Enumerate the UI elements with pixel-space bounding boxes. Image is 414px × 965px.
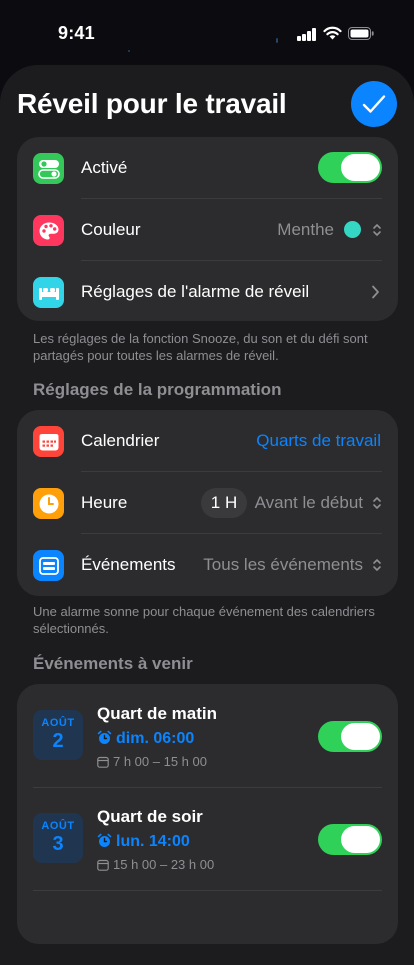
color-swatch (344, 221, 361, 238)
snooze-note: Les réglages de la fonction Snooze, du s… (33, 331, 368, 363)
event-hours: 7 h 00 – 15 h 00 (97, 754, 207, 769)
upcoming-heading: Événements à venir (33, 654, 193, 673)
page-title: Réveil pour le travail (17, 88, 287, 119)
bed-icon (33, 277, 64, 308)
event-toggle[interactable] (318, 824, 382, 855)
upcoming-events-card: AOÛT 2 Quart de matin dim. 06:00 7 h 00 … (17, 684, 398, 944)
active-row: Activé (17, 137, 398, 199)
events-label: Événements (81, 555, 176, 574)
time-value: Avant le début (254, 493, 363, 512)
event-hours: 15 h 00 – 23 h 00 (97, 857, 214, 872)
calendar-row[interactable]: Calendrier Quarts de travail (17, 410, 398, 472)
events-row[interactable]: Événements Tous les événements (17, 534, 398, 596)
event-day: 2 (52, 730, 64, 752)
done-button[interactable] (351, 81, 397, 127)
color-value: Menthe (277, 220, 334, 239)
clock-icon (33, 488, 64, 519)
calendar-value: Quarts de travail (256, 431, 381, 450)
cellular-signal-icon (297, 28, 317, 41)
event-alarm: dim. 06:00 (97, 730, 194, 748)
time-offset-pill[interactable]: 1 H (201, 488, 247, 518)
schedule-heading: Réglages de la programmation (33, 380, 282, 399)
event-item[interactable]: AOÛT 3 Quart de soir lun. 14:00 15 h 00 … (17, 788, 398, 891)
small-calendar-icon (97, 756, 109, 768)
toggle-icon (33, 153, 64, 184)
updown-chevron-icon (373, 224, 381, 236)
battery-icon (348, 27, 374, 40)
events-value: Tous les événements (203, 555, 363, 574)
updown-chevron-icon (373, 559, 381, 571)
alarm-settings-label: Réglages de l'alarme de réveil (81, 282, 310, 301)
event-hours-text: 15 h 00 – 23 h 00 (113, 857, 215, 872)
palette-icon (33, 215, 64, 246)
active-label: Activé (81, 158, 128, 177)
event-title: Quart de soir (97, 807, 203, 826)
divider (33, 890, 382, 891)
alarm-settings-card: Activé Couleur Menthe Réglages de l'alar… (17, 137, 398, 321)
event-alarm: lun. 14:00 (97, 833, 190, 851)
color-label: Couleur (81, 220, 141, 239)
event-item[interactable]: AOÛT 2 Quart de matin dim. 06:00 7 h 00 … (17, 684, 398, 787)
checkmark-icon (362, 95, 386, 113)
event-title: Quart de matin (97, 704, 217, 723)
time-label: Heure (81, 493, 128, 512)
calendar-icon (33, 426, 64, 457)
calendar-note: Une alarme sonne pour chaque événement d… (33, 604, 375, 636)
event-month: AOÛT (41, 820, 75, 832)
schedule-card: Calendrier Quarts de travail Heure 1 H A… (17, 410, 398, 596)
status-time: 9:41 (58, 23, 95, 43)
status-bar: 9:41 (0, 0, 414, 66)
color-row[interactable]: Couleur Menthe (17, 199, 398, 261)
chevron-right-icon (372, 285, 379, 299)
event-alarm-time: dim. 06:00 (116, 730, 195, 747)
event-month: AOÛT (41, 717, 75, 729)
alarm-settings-row[interactable]: Réglages de l'alarme de réveil (17, 261, 398, 323)
event-toggle[interactable] (318, 721, 382, 752)
event-hours-text: 7 h 00 – 15 h 00 (113, 754, 207, 769)
updown-chevron-icon (373, 497, 381, 509)
event-date-badge: AOÛT 3 (33, 813, 83, 863)
small-calendar-icon (97, 859, 109, 871)
calendar-label: Calendrier (81, 431, 160, 450)
alarm-clock-icon (97, 730, 112, 744)
wifi-icon (323, 26, 342, 40)
time-row[interactable]: Heure 1 H Avant le début (17, 472, 398, 534)
event-date-badge: AOÛT 2 (33, 710, 83, 760)
event-day: 3 (52, 833, 64, 855)
alarm-clock-icon (97, 833, 112, 847)
events-icon (33, 550, 64, 581)
active-toggle[interactable] (318, 152, 382, 183)
event-alarm-time: lun. 14:00 (116, 833, 190, 850)
